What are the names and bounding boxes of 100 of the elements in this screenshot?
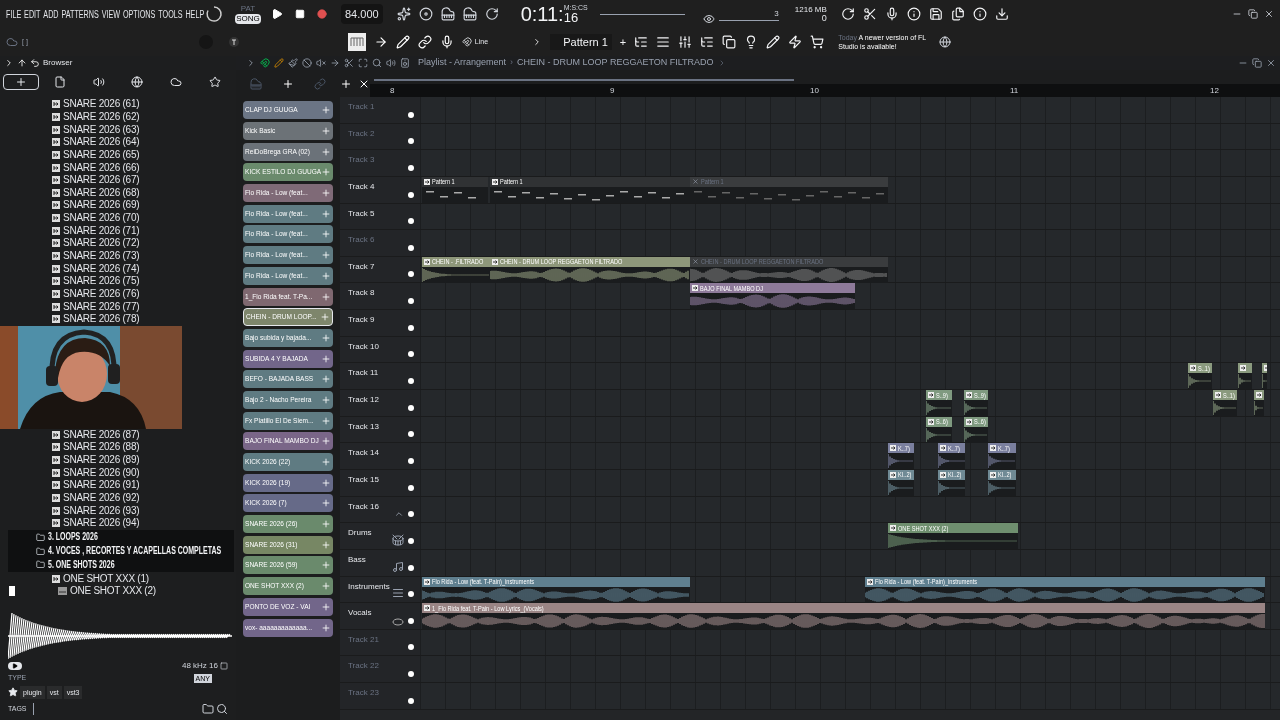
channel-button[interactable]: PONTO DE VOZ - VAI xyxy=(243,597,333,616)
add-pattern-button[interactable]: + xyxy=(619,33,627,51)
arrow-icon[interactable] xyxy=(373,35,388,49)
browser-item[interactable]: SNARE 2026 (93) xyxy=(63,505,140,516)
browser-item[interactable]: SNARE 2026 (89) xyxy=(63,455,140,466)
channel-button[interactable]: BEFO - BAJADA BASS xyxy=(243,370,333,389)
play-icon[interactable] xyxy=(271,8,283,20)
magnet-icon[interactable] xyxy=(260,58,270,68)
browser-item[interactable]: SNARE 2026 (70) xyxy=(63,213,140,224)
menu-item[interactable]: HELP xyxy=(185,6,205,22)
browser-item[interactable]: SNARE 2026 (65) xyxy=(63,149,140,160)
channel-button[interactable]: Kick Basic xyxy=(243,122,333,141)
browser-item[interactable]: SNARE 2026 (67) xyxy=(63,175,140,186)
channel-button[interactable]: SNARE 2026 (59) xyxy=(243,556,333,575)
scissors-icon[interactable] xyxy=(862,7,877,21)
folder-item[interactable]: 5. ONE SHOTS 2026 xyxy=(48,559,115,570)
restore-icon[interactable] xyxy=(1248,9,1258,19)
browser-item[interactable]: SNARE 2026 (78) xyxy=(63,314,140,325)
browser-item[interactable]: SNARE 2026 (64) xyxy=(63,137,140,148)
channel-button[interactable]: Bajo subida y bajada... xyxy=(243,328,333,347)
info-icon[interactable] xyxy=(972,7,987,21)
delete-icon[interactable] xyxy=(302,58,312,68)
speaker-icon[interactable] xyxy=(386,58,396,68)
audio-clip[interactable] xyxy=(1254,390,1264,417)
add-track-icon[interactable] xyxy=(340,77,352,90)
piano-roll-icon[interactable] xyxy=(347,33,366,51)
browser-item[interactable]: SNARE 2026 (87) xyxy=(63,429,140,440)
browser-item[interactable]: SNARE 2026 (72) xyxy=(63,238,140,249)
channel-button[interactable]: Flo Rida - Low (feat... xyxy=(243,204,333,223)
restore-icon[interactable] xyxy=(1252,58,1262,68)
link-icon[interactable] xyxy=(417,35,432,49)
browser-item[interactable]: SNARE 2026 (90) xyxy=(63,467,140,478)
mute-icon[interactable] xyxy=(316,58,326,68)
menu-item[interactable]: EDIT xyxy=(24,6,41,22)
channel-button[interactable]: SNARE 2026 (31) xyxy=(243,535,333,554)
browser-item[interactable]: ONE SHOT XXX (2) xyxy=(70,586,156,597)
browser-item[interactable]: SNARE 2026 (68) xyxy=(63,187,140,198)
folder-icon[interactable] xyxy=(202,703,214,715)
channel-button[interactable]: Flo Rida - Low (feat... xyxy=(243,184,333,203)
channel-button[interactable]: Flo Rida - Low (feat... xyxy=(243,266,333,285)
channel-button[interactable]: Flo Rida - Low (feat... xyxy=(243,246,333,265)
channel-button[interactable]: KICK ESTILO DJ GUUGA xyxy=(243,163,333,182)
folder-item[interactable]: 3. LOOPS 2026 xyxy=(48,532,98,543)
search-icon[interactable] xyxy=(216,703,228,715)
select-icon[interactable] xyxy=(358,58,368,68)
browser-item[interactable]: SNARE 2026 (77) xyxy=(63,301,140,312)
slip-icon[interactable] xyxy=(330,58,340,68)
list-icon[interactable] xyxy=(656,35,671,49)
copy-icon[interactable] xyxy=(722,35,737,49)
browser-item[interactable]: SNARE 2026 (73) xyxy=(63,251,140,261)
overview-scrollbar[interactable] xyxy=(374,79,794,81)
menu-item[interactable]: PATTERNS xyxy=(61,6,99,22)
download-icon[interactable] xyxy=(994,7,1009,21)
mode-toggle[interactable]: SONG xyxy=(235,14,261,24)
microphone-icon[interactable] xyxy=(884,7,899,21)
menu-item[interactable]: OPTIONS xyxy=(122,6,156,22)
record-icon[interactable] xyxy=(317,9,327,19)
browser-item[interactable]: SNARE 2026 (92) xyxy=(63,493,140,504)
refresh-icon[interactable] xyxy=(840,7,855,21)
channel-button[interactable]: Bajo 2 - Nacho Pereira xyxy=(243,390,333,409)
menu-item[interactable]: ADD xyxy=(43,6,59,22)
channel-button[interactable]: ReiDoBrega GRA (02) xyxy=(243,142,333,161)
master-volume-knob[interactable] xyxy=(205,5,223,23)
slice-icon[interactable] xyxy=(344,58,354,68)
pencil-icon[interactable] xyxy=(274,58,284,68)
channel-button[interactable]: 1_Flo Rida feat. T-Pa... xyxy=(243,287,333,306)
browser-item[interactable]: SNARE 2026 (88) xyxy=(63,442,140,453)
stop-icon[interactable] xyxy=(295,9,305,19)
browser-item[interactable]: SNARE 2026 (71) xyxy=(63,225,140,236)
channel-button[interactable]: CLAP DJ GUUGA xyxy=(243,101,333,120)
star-icon[interactable] xyxy=(8,687,18,697)
draw-icon[interactable] xyxy=(395,35,410,49)
brush-icon[interactable] xyxy=(288,58,298,68)
cart-icon[interactable] xyxy=(810,35,825,49)
channel-button[interactable]: BAJO FINAL MAMBO DJ xyxy=(243,432,333,451)
folder-item[interactable]: 4. VOCES , RECORTES Y ACAPELLAS COMPLETAS xyxy=(48,546,222,557)
browser-item[interactable]: SNARE 2026 (75) xyxy=(63,276,140,287)
pattern-selector[interactable]: Pattern 1 xyxy=(549,33,612,51)
channel-button[interactable]: KICK 2026 (7) xyxy=(243,494,333,513)
audio-clip[interactable] xyxy=(1262,363,1267,390)
mode-toggle[interactable]: PAT xyxy=(239,4,257,14)
up-arrow-icon[interactable] xyxy=(17,58,27,68)
loop-record-icon[interactable] xyxy=(484,7,499,21)
browser-item[interactable]: SNARE 2026 (74) xyxy=(63,263,140,274)
eye-icon[interactable] xyxy=(702,13,715,25)
zoom-icon[interactable] xyxy=(372,58,382,68)
close-icon[interactable] xyxy=(1264,9,1274,19)
browser-item[interactable]: SNARE 2026 (61) xyxy=(63,99,140,110)
loop-icon[interactable] xyxy=(220,662,228,670)
channel-button[interactable]: SNARE 2026 (26) xyxy=(243,515,333,534)
menu-item[interactable]: VIEW xyxy=(101,6,121,22)
channel-button[interactable]: ONE SHOT XXX (2) xyxy=(243,577,333,596)
preview-play-button[interactable] xyxy=(8,662,22,670)
browser-item[interactable]: SNARE 2026 (91) xyxy=(63,480,140,491)
menu-item[interactable]: FILE xyxy=(6,6,22,22)
save-as-icon[interactable] xyxy=(950,7,965,21)
expand-icon[interactable] xyxy=(246,58,256,68)
save-icon[interactable] xyxy=(928,7,943,21)
browser-tab[interactable] xyxy=(3,74,40,90)
audio-clip[interactable] xyxy=(1238,363,1252,390)
